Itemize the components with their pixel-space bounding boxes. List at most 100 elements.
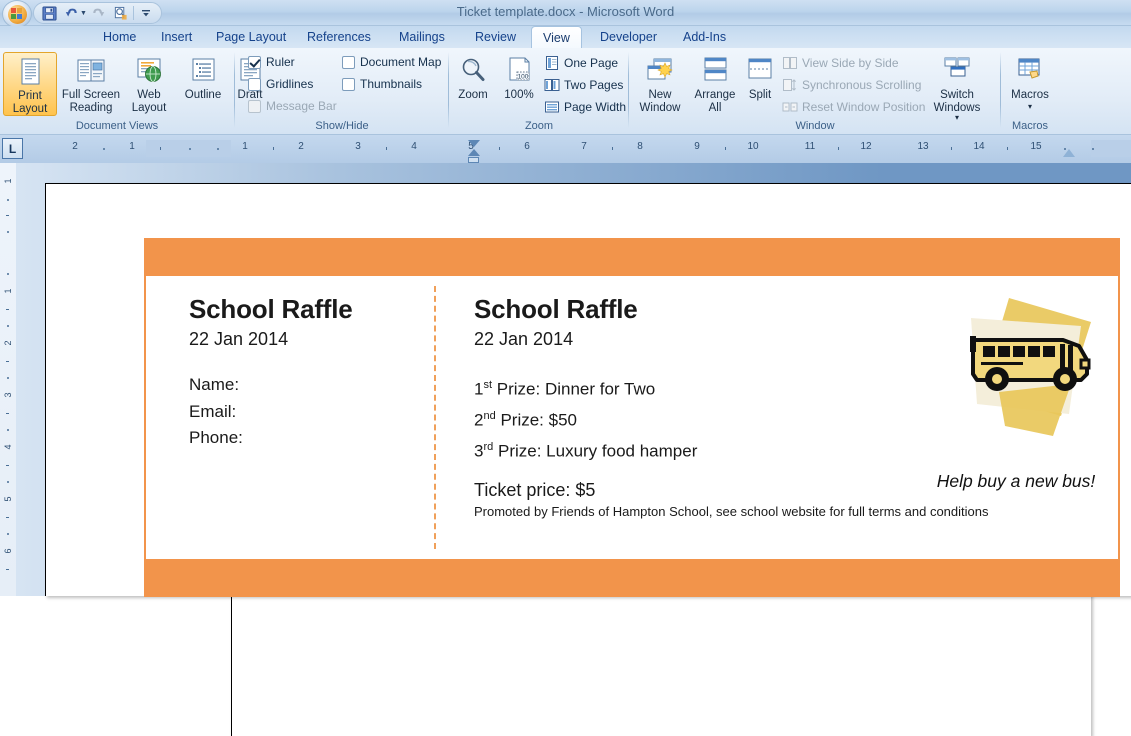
checkbox-document-map-label: Document Map: [360, 55, 442, 69]
switch-windows-button[interactable]: Switch Windows ▾: [926, 52, 988, 122]
tab-home[interactable]: Home: [92, 26, 147, 48]
one-page-button[interactable]: One Page: [544, 53, 618, 72]
ruler-number: 4: [411, 141, 417, 152]
vertical-ruler[interactable]: 1 1 2 3 4 5 6: [0, 163, 16, 596]
checkbox-ruler-label: Ruler: [266, 55, 295, 69]
group-separator: [448, 52, 449, 128]
macros-button[interactable]: Macros ▾: [1003, 52, 1057, 116]
checkbox-gridlines-label: Gridlines: [266, 77, 314, 91]
ticket-perforation-line: [434, 286, 436, 549]
ruler-number: 7: [581, 141, 587, 152]
tab-insert[interactable]: Insert: [150, 26, 203, 48]
ribbon-group-zoom: Zoom 100 100% One Page Two Pages Page Wi…: [450, 48, 628, 135]
checkbox-message-bar-box: [248, 99, 261, 113]
two-pages-label: Two Pages: [564, 77, 624, 92]
web-layout-label: Web Layout: [131, 89, 167, 114]
new-window-button[interactable]: New Window: [633, 52, 687, 116]
group-label-window: Window: [795, 120, 835, 132]
outline-label: Outline: [184, 89, 222, 101]
outline-icon: [187, 55, 219, 87]
ruler-number: 13: [917, 141, 929, 152]
ticket-terms: Promoted by Friends of Hampton School, s…: [474, 504, 989, 519]
page-width-icon: [544, 99, 560, 115]
zoom-100-button[interactable]: 100 100%: [496, 52, 542, 116]
title-bar: ▼ Ticket template.docx - Microsoft Word: [0, 0, 1131, 28]
web-layout-icon: [133, 55, 165, 87]
reset-window-position-button: Reset Window Position: [782, 97, 925, 116]
right-indent-marker[interactable]: [1063, 149, 1075, 157]
prize-3-suffix: rd: [483, 441, 494, 454]
ruler-number: 1: [129, 141, 135, 152]
ribbon-tab-strip: Home Insert Page Layout References Maili…: [0, 26, 1131, 48]
horizontal-ruler[interactable]: L 2 1 1 2 3 4 5 6 7 8 9 10 11 12 13 14 1…: [0, 135, 1131, 736]
checkbox-document-map[interactable]: Document Map: [342, 55, 441, 69]
macros-dropdown-arrow[interactable]: ▾: [1028, 101, 1032, 114]
arrange-all-icon: [699, 55, 731, 87]
ruler-number: 14: [973, 141, 985, 152]
group-separator: [234, 52, 235, 128]
one-page-icon: [544, 55, 560, 71]
full-screen-reading-button[interactable]: Full Screen Reading: [60, 52, 122, 116]
tab-view[interactable]: View: [531, 26, 582, 48]
ruler-number: 9: [694, 141, 700, 152]
web-layout-button[interactable]: Web Layout: [122, 52, 176, 116]
checkbox-gridlines[interactable]: Gridlines: [248, 77, 313, 91]
hanging-indent-marker[interactable]: [468, 149, 480, 156]
checkbox-gridlines-box[interactable]: [248, 77, 261, 91]
svg-text:100: 100: [518, 74, 529, 81]
page-width-button[interactable]: Page Width: [544, 97, 626, 116]
first-line-indent-marker[interactable]: [468, 140, 480, 147]
checkbox-ruler-box[interactable]: [248, 55, 261, 69]
prize-2-suffix: nd: [483, 410, 496, 423]
print-layout-button[interactable]: Print Layout: [3, 52, 57, 116]
new-window-label: New Window: [639, 89, 681, 114]
tab-review[interactable]: Review: [464, 26, 527, 48]
tab-developer[interactable]: Developer: [589, 26, 668, 48]
ruler-number: 6: [524, 141, 530, 152]
ruler-number: 3: [355, 141, 361, 152]
ticket-bottom-band: [144, 559, 1120, 597]
tab-add-ins[interactable]: Add-Ins: [672, 26, 737, 48]
vruler-number: 1: [3, 288, 13, 294]
ruler-number: 2: [72, 141, 78, 152]
tab-mailings[interactable]: Mailings: [388, 26, 456, 48]
checkbox-document-map-box[interactable]: [342, 55, 355, 69]
document-page[interactable]: School Raffle 22 Jan 2014 Name: Email: P…: [45, 183, 1131, 597]
ruler-right-margin: [1091, 140, 1131, 157]
synchronous-scrolling-button: Synchronous Scrolling: [782, 75, 921, 94]
group-separator: [1000, 52, 1001, 128]
ticket-price: Ticket price: $5: [474, 480, 596, 500]
ruler-track[interactable]: 2 1 1 2 3 4 5 6 7 8 9 10 11 12 13 14 15: [28, 140, 1131, 736]
vruler-number: 4: [3, 444, 13, 450]
ruler-number: 1: [242, 141, 248, 152]
vruler-number: 6: [3, 548, 13, 554]
prize-2-text: Prize: $50: [500, 410, 577, 430]
tab-references[interactable]: References: [296, 26, 382, 48]
checkbox-thumbnails-box[interactable]: [342, 77, 355, 91]
full-screen-reading-icon: [75, 55, 107, 87]
two-pages-button[interactable]: Two Pages: [544, 75, 623, 94]
ruler-number: 15: [1030, 141, 1042, 152]
tab-page-layout[interactable]: Page Layout: [205, 26, 297, 48]
synchronous-scrolling-label: Synchronous Scrolling: [802, 77, 922, 92]
outline-button[interactable]: Outline: [176, 52, 230, 116]
ticket-tagline: Help buy a new bus!: [936, 471, 1096, 491]
zoom-button[interactable]: Zoom: [450, 52, 496, 116]
arrange-all-button[interactable]: Arrange All: [688, 52, 742, 116]
synchronous-scrolling-icon: [782, 77, 798, 93]
window-title: Ticket template.docx - Microsoft Word: [456, 4, 675, 19]
tab-stop-selector[interactable]: L: [2, 138, 23, 159]
ruler-number: 12: [860, 141, 872, 152]
group-separator: [628, 52, 629, 128]
school-bus-clipart[interactable]: [941, 296, 1116, 471]
macros-icon: [1014, 55, 1046, 87]
checkbox-thumbnails[interactable]: Thumbnails: [342, 77, 422, 91]
group-label-macros: Macros: [1011, 120, 1049, 132]
print-layout-icon: [14, 56, 46, 88]
split-button[interactable]: Split: [740, 52, 780, 116]
clipart-shape-gold-2: [999, 384, 1071, 436]
ruler-number: 10: [747, 141, 759, 152]
reset-window-position-icon: [782, 99, 798, 115]
checkbox-thumbnails-label: Thumbnails: [360, 77, 423, 91]
checkbox-ruler[interactable]: Ruler: [248, 55, 295, 69]
